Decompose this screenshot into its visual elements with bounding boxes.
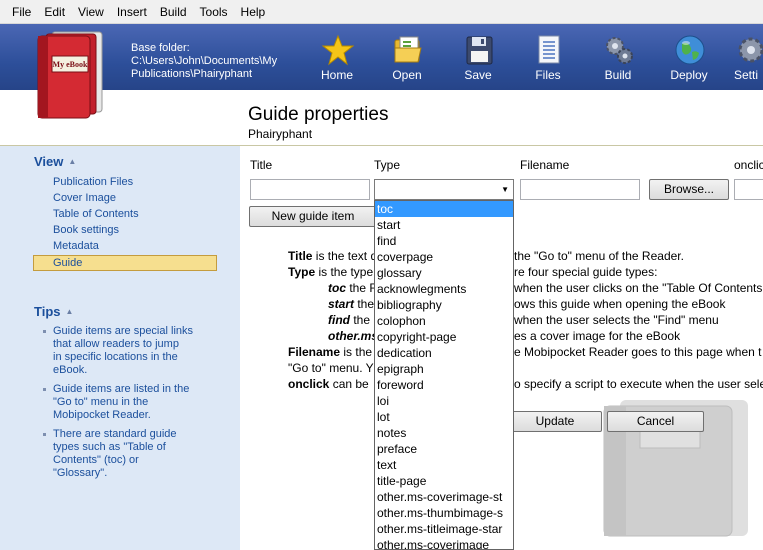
dropdown-option-lot[interactable]: lot bbox=[375, 409, 513, 425]
dropdown-option-glossary[interactable]: glossary bbox=[375, 265, 513, 281]
open-folder-icon bbox=[394, 36, 422, 63]
dropdown-option-epigraph[interactable]: epigraph bbox=[375, 361, 513, 377]
dropdown-option-loi[interactable]: loi bbox=[375, 393, 513, 409]
onclick-column-header: onclic bbox=[734, 158, 763, 172]
dropdown-option-preface[interactable]: preface bbox=[375, 441, 513, 457]
dropdown-option-dedication[interactable]: dedication bbox=[375, 345, 513, 361]
settings-button[interactable]: Setti bbox=[720, 34, 763, 86]
dropdown-option-copyright-page[interactable]: copyright-page bbox=[375, 329, 513, 345]
menu-tools[interactable]: Tools bbox=[200, 5, 228, 19]
open-button[interactable]: Open bbox=[377, 34, 437, 86]
build-button[interactable]: Build bbox=[588, 34, 648, 86]
sidebar-item-book-settings[interactable]: Book settings bbox=[53, 224, 119, 236]
page-subtitle: Phairyphant bbox=[248, 127, 313, 141]
tip-item: There are standard guide types such as "… bbox=[43, 428, 223, 480]
dropdown-option-other-ms-titleimage-standard[interactable]: other.ms-titleimage-star bbox=[375, 521, 513, 537]
dropdown-option-find[interactable]: find bbox=[375, 233, 513, 249]
menu-view[interactable]: View bbox=[78, 5, 104, 19]
dropdown-option-bibliography[interactable]: bibliography bbox=[375, 297, 513, 313]
page-title: Guide properties bbox=[248, 104, 389, 125]
tip-item: Guide items are special links that allow… bbox=[43, 325, 223, 377]
sidebar: View ▲ Publication Files Cover Image Tabl… bbox=[0, 146, 240, 550]
svg-text:My eBook: My eBook bbox=[53, 60, 88, 69]
dropdown-option-text[interactable]: text bbox=[375, 457, 513, 473]
home-button[interactable]: Home bbox=[307, 34, 367, 86]
sidebar-item-guide[interactable]: Guide bbox=[53, 257, 82, 269]
floppy-disk-icon bbox=[466, 36, 493, 65]
title-column-header: Title bbox=[250, 158, 273, 172]
dropdown-option-other-ms-coverimage[interactable]: other.ms-coverimage bbox=[375, 537, 513, 549]
dropdown-option-colophon[interactable]: colophon bbox=[375, 313, 513, 329]
menu-bar: File Edit View Insert Build Tools Help bbox=[0, 0, 763, 24]
menu-edit[interactable]: Edit bbox=[44, 5, 65, 19]
base-folder-label: Base folder: C:\Users\John\Documents\My … bbox=[131, 42, 278, 80]
menu-file[interactable]: File bbox=[12, 5, 31, 19]
sidebar-item-table-of-contents[interactable]: Table of Contents bbox=[53, 208, 139, 220]
filename-column-header: Filename bbox=[520, 158, 570, 172]
dropdown-option-toc[interactable]: toc bbox=[375, 201, 513, 217]
type-dropdown-list[interactable]: toc start find coverpage glossary acknow… bbox=[374, 200, 514, 550]
dropdown-option-acknowlegments[interactable]: acknowlegments bbox=[375, 281, 513, 297]
menu-build[interactable]: Build bbox=[160, 5, 187, 19]
filename-input[interactable] bbox=[520, 179, 640, 200]
collapse-caret-icon[interactable]: ▲ bbox=[68, 157, 76, 166]
view-section-header[interactable]: View ▲ bbox=[34, 154, 76, 169]
files-icon bbox=[538, 35, 560, 64]
type-select[interactable]: ▼ bbox=[374, 179, 514, 200]
sidebar-item-publication-files[interactable]: Publication Files bbox=[53, 176, 133, 188]
dropdown-option-foreword[interactable]: foreword bbox=[375, 377, 513, 393]
browse-button[interactable]: Browse... bbox=[649, 179, 729, 200]
globe-icon bbox=[675, 35, 705, 65]
my-ebook-logo: My eBook bbox=[37, 31, 103, 119]
dropdown-option-other-ms-coverimage-standard[interactable]: other.ms-coverimage-st bbox=[375, 489, 513, 505]
dropdown-option-other-ms-thumbimage-standard[interactable]: other.ms-thumbimage-s bbox=[375, 505, 513, 521]
sidebar-item-cover-image[interactable]: Cover Image bbox=[53, 192, 116, 204]
tip-item: Guide items are listed in the "Go to" me… bbox=[43, 383, 223, 422]
save-button[interactable]: Save bbox=[448, 34, 508, 86]
chevron-down-icon[interactable]: ▼ bbox=[501, 185, 509, 194]
dropdown-option-start[interactable]: start bbox=[375, 217, 513, 233]
update-button[interactable]: Update bbox=[508, 411, 602, 432]
menu-help[interactable]: Help bbox=[241, 5, 266, 19]
star-icon bbox=[322, 34, 354, 66]
dropdown-option-title-page[interactable]: title-page bbox=[375, 473, 513, 489]
new-guide-item-button[interactable]: New guide item bbox=[249, 206, 377, 227]
onclick-input[interactable] bbox=[734, 179, 763, 200]
sidebar-item-metadata[interactable]: Metadata bbox=[53, 240, 99, 252]
type-column-header: Type bbox=[374, 158, 401, 172]
title-input[interactable] bbox=[250, 179, 370, 200]
dropdown-option-coverpage[interactable]: coverpage bbox=[375, 249, 513, 265]
cancel-button[interactable]: Cancel bbox=[607, 411, 704, 432]
files-button[interactable]: Files bbox=[518, 34, 578, 86]
tips-section-header[interactable]: Tips ▲ bbox=[34, 304, 73, 319]
menu-insert[interactable]: Insert bbox=[117, 5, 147, 19]
gears-icon bbox=[606, 37, 633, 64]
dropdown-option-notes[interactable]: notes bbox=[375, 425, 513, 441]
deploy-button[interactable]: Deploy bbox=[659, 34, 719, 86]
settings-gear-icon bbox=[738, 37, 763, 63]
collapse-caret-icon[interactable]: ▲ bbox=[66, 307, 74, 316]
page-heading: Guide properties Phairyphant bbox=[248, 104, 388, 141]
